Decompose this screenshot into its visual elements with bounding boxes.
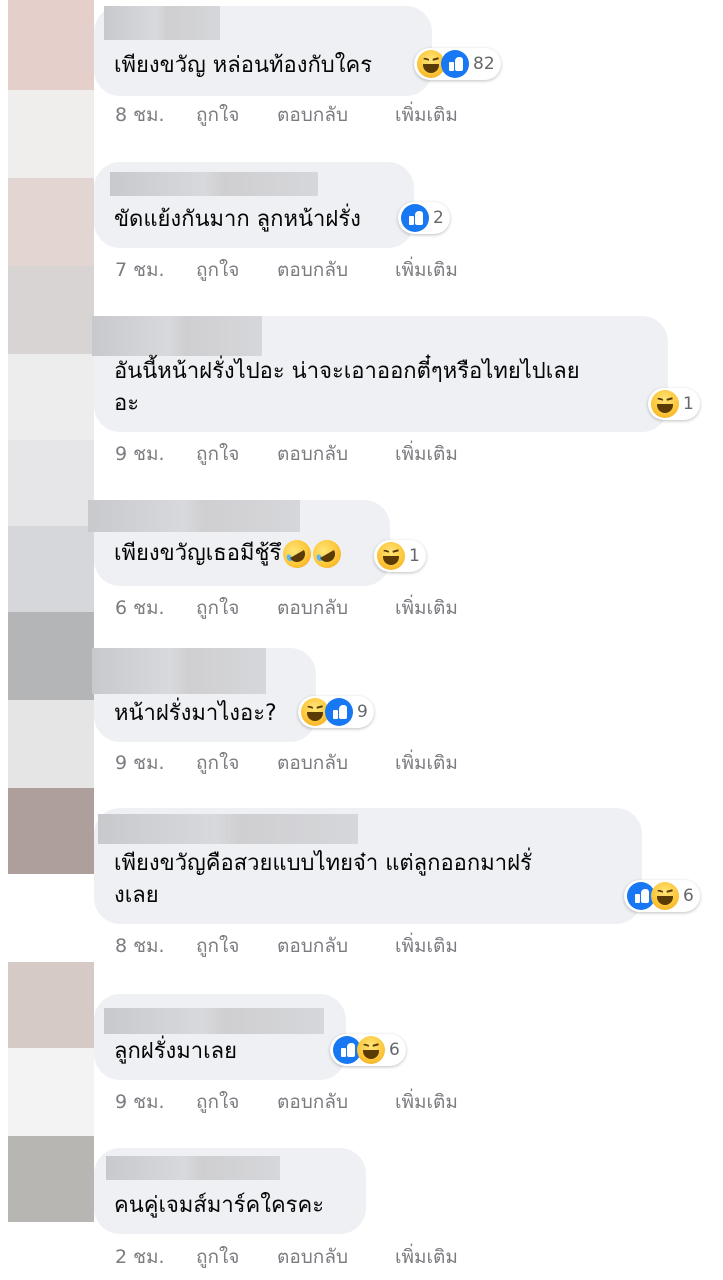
reaction-summary[interactable]: 6 [624,880,700,912]
comment-time[interactable]: 2 ชม. [115,1242,165,1272]
comment-text: เพียงขวัญ หล่อนท้องกับใคร [114,53,373,78]
commenter-name-blurred[interactable] [98,814,358,844]
avatar-background [8,1048,94,1136]
more-action[interactable]: เพิ่มเติม [395,593,458,623]
reply-action[interactable]: ตอบกลับ [277,931,348,961]
avatar-background [8,440,94,526]
reply-action[interactable]: ตอบกลับ [277,100,348,130]
reply-action[interactable]: ตอบกลับ [277,593,348,623]
rolling-laughing-emoji-icon [308,534,347,574]
rolling-laughing-emoji-icon [278,534,317,574]
more-action[interactable]: เพิ่มเติม [395,255,458,285]
reaction-count: 2 [433,208,444,228]
commenter-name-blurred[interactable] [88,500,300,532]
like-action[interactable]: ถูกใจ [196,255,239,285]
like-action[interactable]: ถูกใจ [196,439,239,469]
commenter-name-blurred[interactable] [104,6,220,40]
like-action[interactable]: ถูกใจ [196,1087,239,1117]
more-action[interactable]: เพิ่มเติม [395,1242,458,1272]
reaction-summary[interactable]: 1 [648,388,700,420]
commenter-name-blurred[interactable] [110,172,318,196]
avatar[interactable] [8,526,94,612]
comment-text-line: อะ [114,391,140,416]
comment-bubble[interactable]: อันนี้หน้าฝรั่งไปอะ น่าจะเอาออกตี๋ๆหรือไ… [92,316,668,432]
comment-time[interactable]: 6 ชม. [115,593,165,623]
avatar-background [8,700,94,788]
haha-reaction-icon [651,390,679,418]
comment-bubble[interactable]: เพียงขวัญ หล่อนท้องกับใคร [94,6,432,96]
avatar[interactable] [8,0,94,90]
comment-text-body: เพียงขวัญเธอมีชู้รึ [114,541,282,566]
like-reaction-icon [441,50,469,78]
comment-time[interactable]: 9 ชม. [115,748,165,778]
reaction-summary[interactable]: 6 [330,1034,406,1066]
haha-reaction-icon [651,882,679,910]
comment-text-line: อันนี้หน้าฝรั่งไปอะ น่าจะเอาออกตี๋ๆหรือไ… [114,359,580,384]
reply-action[interactable]: ตอบกลับ [277,255,348,285]
reaction-count: 82 [473,54,495,74]
haha-reaction-icon [357,1036,385,1064]
more-action[interactable]: เพิ่มเติม [395,748,458,778]
avatar[interactable] [8,788,94,874]
haha-reaction-icon [377,542,405,570]
comment-bubble[interactable]: ขัดแย้งกันมาก ลูกหน้าฝรั่ง [94,162,414,248]
avatar[interactable] [8,962,94,1048]
more-action[interactable]: เพิ่มเติม [395,1087,458,1117]
commenter-name-blurred[interactable] [92,648,266,694]
avatar-background [8,90,94,178]
like-action[interactable]: ถูกใจ [196,1242,239,1272]
comment-text: ลูกฝรั่งมาเลย [114,1039,237,1064]
more-action[interactable]: เพิ่มเติม [395,100,458,130]
avatar[interactable] [8,354,94,440]
reply-action[interactable]: ตอบกลับ [277,748,348,778]
avatar[interactable] [8,178,94,266]
like-reaction-icon [401,204,429,232]
comment-time[interactable]: 9 ชม. [115,1087,165,1117]
comment-bubble[interactable]: ลูกฝรั่งมาเลย [94,994,346,1080]
reaction-summary[interactable]: 1 [374,540,426,572]
more-action[interactable]: เพิ่มเติม [395,439,458,469]
reaction-summary[interactable]: 9 [298,696,374,728]
commenter-name-blurred[interactable] [92,316,262,356]
comment-text: ขัดแย้งกันมาก ลูกหน้าฝรั่ง [114,207,361,232]
avatar-background [8,874,94,962]
comment-text-line: งเลย [114,883,159,908]
reply-action[interactable]: ตอบกลับ [277,1242,348,1272]
reply-action[interactable]: ตอบกลับ [277,439,348,469]
comment-bubble[interactable]: คนคู่เจมส์มาร์คใครคะ [94,1148,366,1234]
avatar-column [8,0,94,1222]
comment-text: เพียงขวัญเธอมีชู้รึ [114,534,347,574]
reaction-summary[interactable]: 2 [398,202,450,234]
reaction-count: 1 [409,546,420,566]
comment-time[interactable]: 7 ชม. [115,255,165,285]
like-action[interactable]: ถูกใจ [196,748,239,778]
avatar-background [8,266,94,354]
like-action[interactable]: ถูกใจ [196,931,239,961]
comment-time[interactable]: 9 ชม. [115,439,165,469]
like-reaction-icon [325,698,353,726]
reaction-count: 9 [357,702,368,722]
avatar-background [8,612,94,700]
like-action[interactable]: ถูกใจ [196,593,239,623]
comment-time[interactable]: 8 ชม. [115,100,165,130]
more-action[interactable]: เพิ่มเติม [395,931,458,961]
reply-action[interactable]: ตอบกลับ [277,1087,348,1117]
like-action[interactable]: ถูกใจ [196,100,239,130]
commenter-name-blurred[interactable] [104,1008,324,1034]
reaction-count: 6 [683,886,694,906]
reaction-count: 6 [389,1040,400,1060]
comment-text-line: เพียงขวัญคือสวยแบบไทยจ๋า แต่ลูกออกมาฝรั่ [114,851,532,876]
avatar[interactable] [8,1136,94,1222]
comment-bubble[interactable]: เพียงขวัญเธอมีชู้รึ [88,500,390,586]
commenter-name-blurred[interactable] [106,1156,280,1180]
comment-bubble[interactable]: หน้าฝรั่งมาไงอะ? [92,648,316,742]
comment-time[interactable]: 8 ชม. [115,931,165,961]
comment-text: คนคู่เจมส์มาร์คใครคะ [114,1193,325,1218]
reaction-summary[interactable]: 82 [414,48,501,80]
comment-bubble[interactable]: เพียงขวัญคือสวยแบบไทยจ๋า แต่ลูกออกมาฝรั่… [94,808,642,924]
reaction-count: 1 [683,394,694,414]
comment-text: หน้าฝรั่งมาไงอะ? [114,701,277,726]
